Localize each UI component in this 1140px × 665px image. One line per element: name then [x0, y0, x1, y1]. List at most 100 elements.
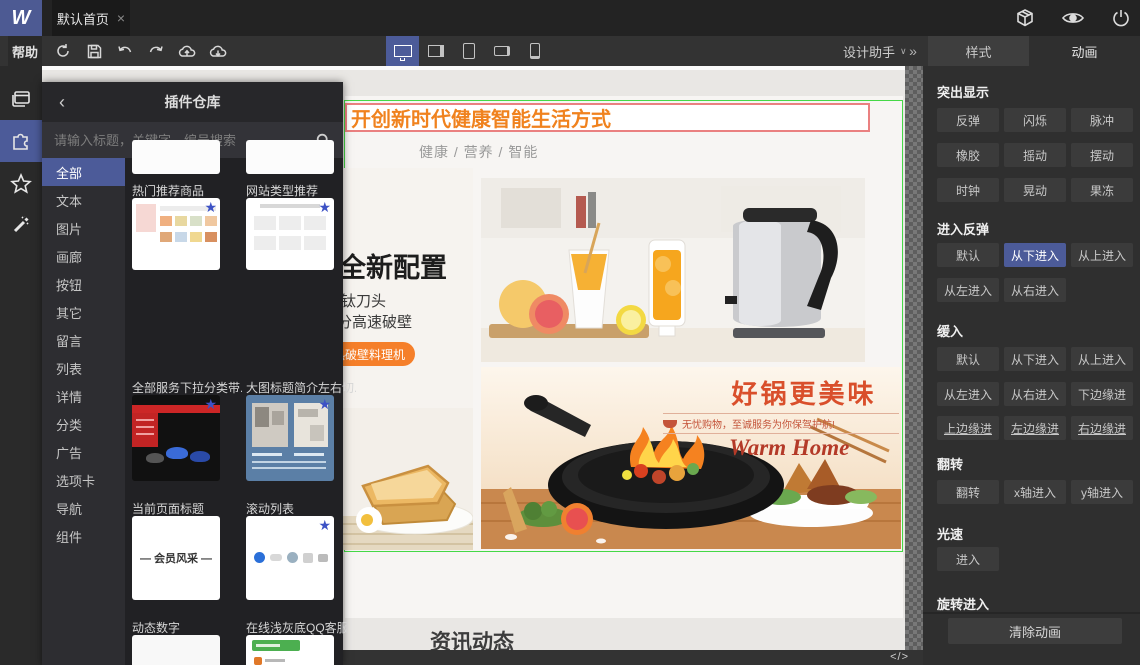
- anim-button[interactable]: 摆动: [1071, 143, 1133, 167]
- plugin-card[interactable]: ★: [246, 516, 334, 600]
- plugin-label: 热门推荐商品: [132, 184, 205, 198]
- rail-favorites-icon[interactable]: [0, 162, 42, 204]
- undo-icon[interactable]: [114, 40, 136, 62]
- category-item[interactable]: 选项卡: [42, 466, 125, 494]
- help-button[interactable]: 帮助: [8, 36, 42, 66]
- category-item[interactable]: 导航: [42, 494, 125, 522]
- anim-button[interactable]: 默认: [937, 243, 999, 267]
- plugin-label: 动态数字: [132, 621, 181, 635]
- anim-button[interactable]: 反弹: [937, 108, 999, 132]
- heading-element[interactable]: 开创新时代健康智能生活方式: [345, 103, 870, 132]
- anim-button[interactable]: 左边缘进: [1004, 416, 1066, 440]
- category-item[interactable]: 全部: [42, 158, 125, 186]
- anim-button[interactable]: 上边缘进: [937, 416, 999, 440]
- horizontal-scrollbar[interactable]: [42, 66, 905, 70]
- anim-button[interactable]: 闪烁: [1004, 108, 1066, 132]
- vertical-scrollbar[interactable]: [905, 66, 923, 650]
- collapse-panel-button[interactable]: »: [903, 36, 923, 66]
- plugin-card[interactable]: ★: [132, 395, 220, 481]
- rail-tools-icon[interactable]: [0, 204, 42, 246]
- category-item[interactable]: 留言: [42, 326, 125, 354]
- section-title: 光速: [937, 527, 964, 542]
- refresh-icon[interactable]: [52, 40, 74, 62]
- anim-button[interactable]: 时钟: [937, 178, 999, 202]
- category-item[interactable]: 详情: [42, 382, 125, 410]
- cloud-upload-icon[interactable]: [176, 40, 198, 62]
- kettle-banner-image[interactable]: [481, 178, 865, 362]
- device-laptop-button[interactable]: [419, 36, 452, 66]
- close-tab-icon[interactable]: ×: [117, 10, 125, 26]
- save-icon[interactable]: [83, 40, 105, 62]
- anim-button[interactable]: x轴进入: [1004, 480, 1066, 504]
- plugin-card[interactable]: 0: [132, 635, 220, 665]
- anim-button[interactable]: 从上进入: [1071, 347, 1133, 371]
- anim-button[interactable]: 右边缘进: [1071, 416, 1133, 440]
- tab-animation[interactable]: 动画: [1029, 36, 1140, 66]
- anim-button[interactable]: 橡胶: [937, 143, 999, 167]
- rail-pages-icon[interactable]: [0, 78, 42, 120]
- anim-button[interactable]: 翻转: [937, 480, 999, 504]
- page-tab[interactable]: 默认首页 ×: [52, 0, 130, 36]
- power-icon[interactable]: [1110, 7, 1132, 29]
- plugin-card-partial[interactable]: [246, 140, 334, 174]
- clear-animation-button[interactable]: 清除动画: [948, 618, 1122, 644]
- device-phone-portrait-button[interactable]: [518, 36, 551, 66]
- cloud-download-icon[interactable]: [207, 40, 229, 62]
- category-item[interactable]: 图片: [42, 214, 125, 242]
- anim-button[interactable]: 从左进入: [937, 278, 999, 302]
- tab-style[interactable]: 样式: [928, 36, 1029, 66]
- plugin-card[interactable]: [246, 635, 334, 665]
- category-item[interactable]: 其它: [42, 298, 125, 326]
- design-assistant-label: 设计助手: [843, 44, 896, 60]
- preview-eye-icon[interactable]: [1062, 7, 1084, 29]
- anim-button[interactable]: 脉冲: [1071, 108, 1133, 132]
- category-item[interactable]: 分类: [42, 410, 125, 438]
- device-tablet-button[interactable]: [452, 36, 485, 66]
- design-assistant-button[interactable]: 设计助手 ∨: [843, 36, 907, 66]
- wok-banner-image[interactable]: 好锅更美味 无忧购物，至诚服务为你保驾护航! Warm Home: [481, 367, 901, 549]
- anim-button[interactable]: 从右进入: [1004, 382, 1066, 406]
- anim-button[interactable]: 果冻: [1071, 178, 1133, 202]
- anim-button[interactable]: 下边缘进: [1071, 382, 1133, 406]
- page-heading-text: 开创新时代健康智能生活方式: [351, 109, 611, 131]
- page-subtitle[interactable]: 健康 / 营养 / 智能: [419, 142, 538, 162]
- anim-button[interactable]: 从右进入: [1004, 278, 1066, 302]
- redo-icon[interactable]: [145, 40, 167, 62]
- anim-button[interactable]: 从左进入: [937, 382, 999, 406]
- section-title: 进入反弹: [937, 222, 990, 237]
- anim-button[interactable]: 默认: [937, 347, 999, 371]
- category-item[interactable]: 按钮: [42, 270, 125, 298]
- device-desktop-button[interactable]: [386, 36, 419, 66]
- category-item[interactable]: 文本: [42, 186, 125, 214]
- plugin-card[interactable]: ★: [246, 395, 334, 481]
- banner-left-image[interactable]: 全新配置 钛刀头 分高速破壁 热破壁料理机: [343, 168, 473, 550]
- code-view-icon[interactable]: </>: [890, 651, 909, 663]
- plugin-panel-title: 插件仓库: [164, 94, 221, 110]
- plugin-card[interactable]: ★: [132, 198, 220, 270]
- device-phone-landscape-button[interactable]: [485, 36, 518, 66]
- toolbar-icons: [52, 36, 229, 66]
- wok-script-text: Warm Home: [729, 435, 850, 460]
- plugin-card-partial[interactable]: [132, 140, 220, 174]
- back-chevron-icon[interactable]: ‹: [42, 92, 82, 113]
- anim-button[interactable]: 摇动: [1004, 143, 1066, 167]
- app-logo[interactable]: W: [0, 0, 42, 36]
- wok-banner-title: 好锅更美味: [731, 379, 877, 409]
- anim-button[interactable]: 进入: [937, 547, 999, 571]
- box-icon[interactable]: [1014, 7, 1036, 29]
- anim-button[interactable]: y轴进入: [1071, 480, 1133, 504]
- plugin-card[interactable]: ★: [246, 198, 334, 270]
- anim-button[interactable]: 晃动: [1004, 178, 1066, 202]
- rail-plugins-icon[interactable]: [0, 120, 42, 162]
- anim-button[interactable]: 从下进入: [1004, 347, 1066, 371]
- star-badge-icon: ★: [318, 396, 331, 412]
- anim-button-selected[interactable]: 从下进入: [1004, 243, 1066, 267]
- category-item[interactable]: 画廊: [42, 242, 125, 270]
- anim-button[interactable]: 从上进入: [1071, 243, 1133, 267]
- category-item[interactable]: 广告: [42, 438, 125, 466]
- category-item[interactable]: 列表: [42, 354, 125, 382]
- plugin-card[interactable]: — 会员风采 —: [132, 516, 220, 600]
- section-title: 翻转: [937, 457, 964, 472]
- plugin-label: 当前页面标题: [132, 502, 205, 516]
- category-item[interactable]: 组件: [42, 522, 125, 550]
